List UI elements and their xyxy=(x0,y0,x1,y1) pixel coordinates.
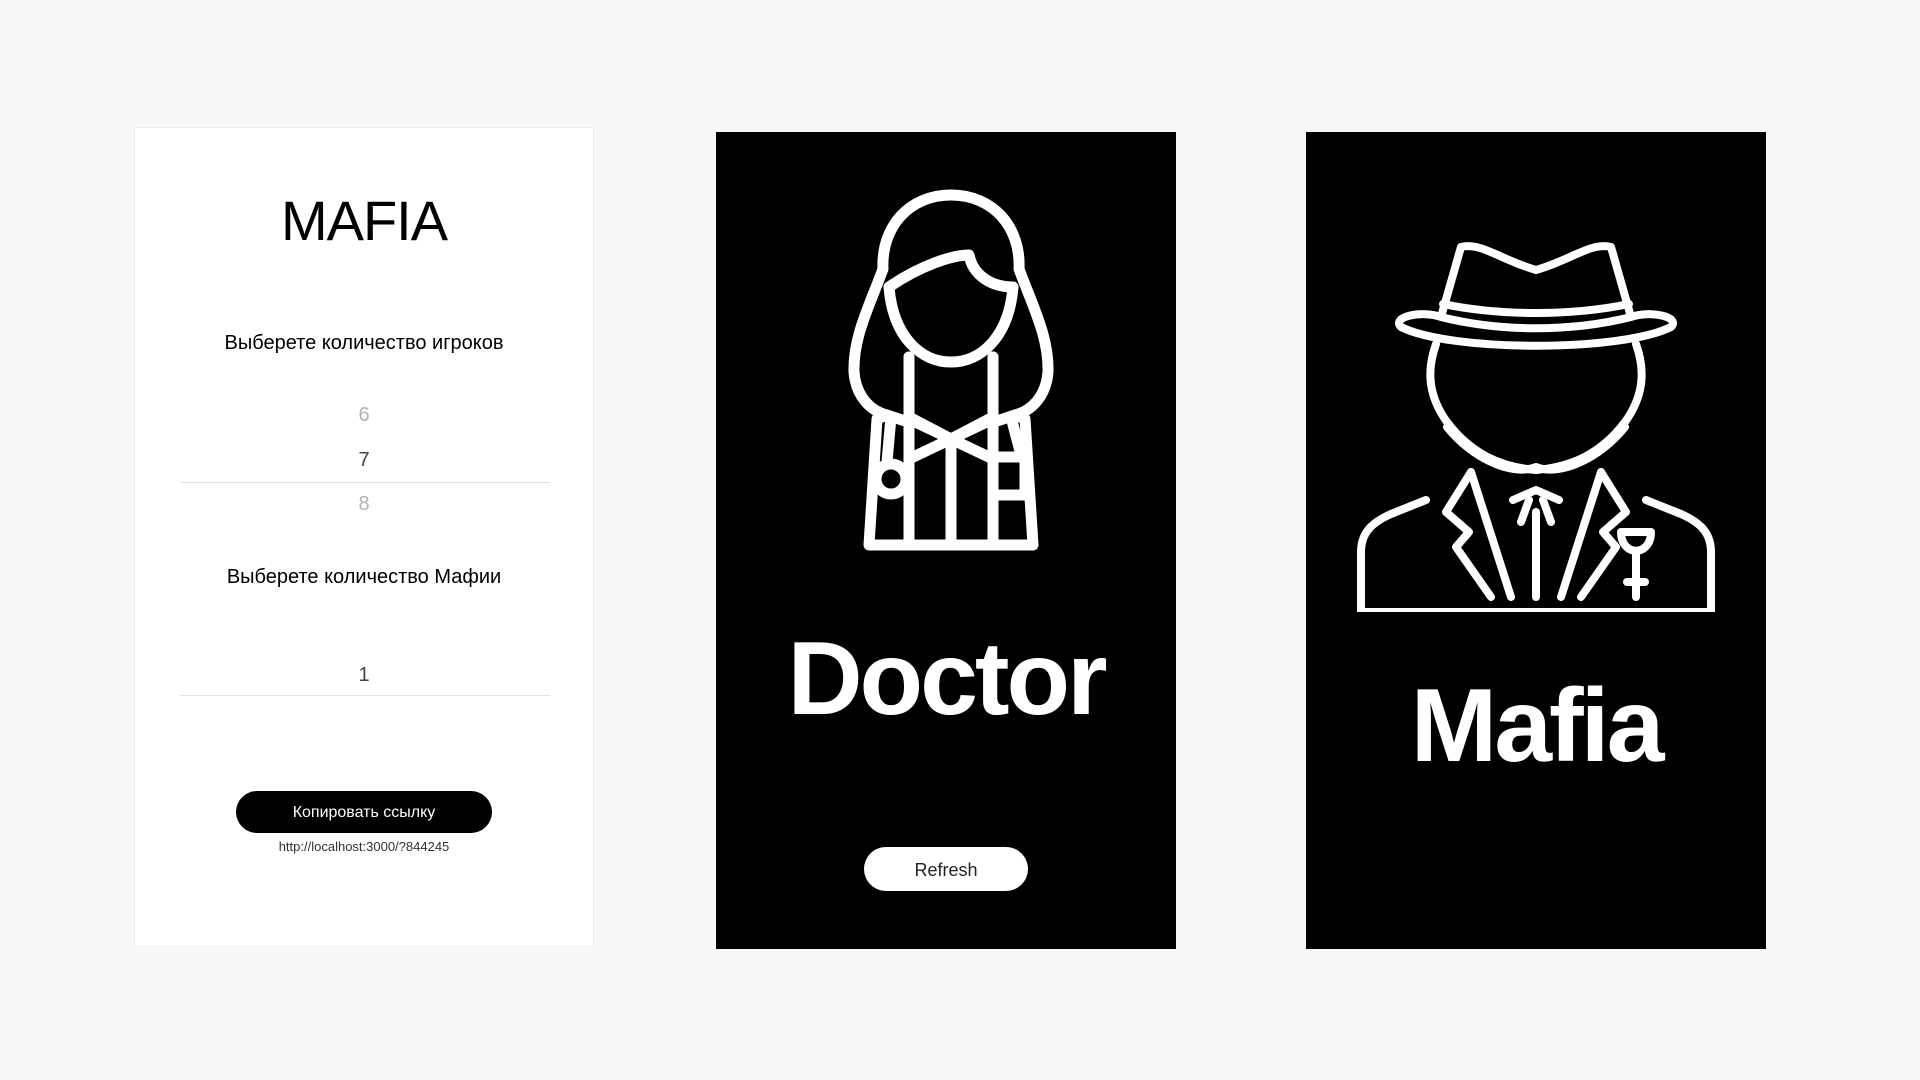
players-option[interactable]: 6 xyxy=(135,404,593,427)
doctor-icon xyxy=(848,189,1054,551)
players-option[interactable]: 8 xyxy=(135,493,593,516)
copy-link-button[interactable]: Копировать ссылку xyxy=(236,791,492,833)
picker-divider xyxy=(180,482,550,483)
app-title: MAFIA xyxy=(280,189,448,252)
role-card-mafia: Mafia xyxy=(1306,132,1766,949)
mafia-count-label: Выберете количество Мафии xyxy=(226,566,502,588)
mafia-option-selected[interactable]: 1 xyxy=(135,664,593,687)
players-count-label: Выберете количество игроков xyxy=(224,332,504,354)
role-name: Mafia xyxy=(1410,668,1665,784)
mafia-icon xyxy=(1357,242,1715,612)
refresh-button[interactable]: Refresh xyxy=(864,847,1028,891)
setup-panel: MAFIA Выберете количество игроков 6 7 8 … xyxy=(134,127,594,947)
picker-divider xyxy=(180,695,550,696)
share-link[interactable]: http://localhost:3000/?844245 xyxy=(135,839,593,854)
app-stage: MAFIA Выберете количество игроков 6 7 8 … xyxy=(0,0,1920,1080)
players-option-selected[interactable]: 7 xyxy=(135,449,593,472)
role-name: Doctor xyxy=(787,621,1107,737)
role-card-doctor: Doctor Refresh xyxy=(716,132,1176,949)
